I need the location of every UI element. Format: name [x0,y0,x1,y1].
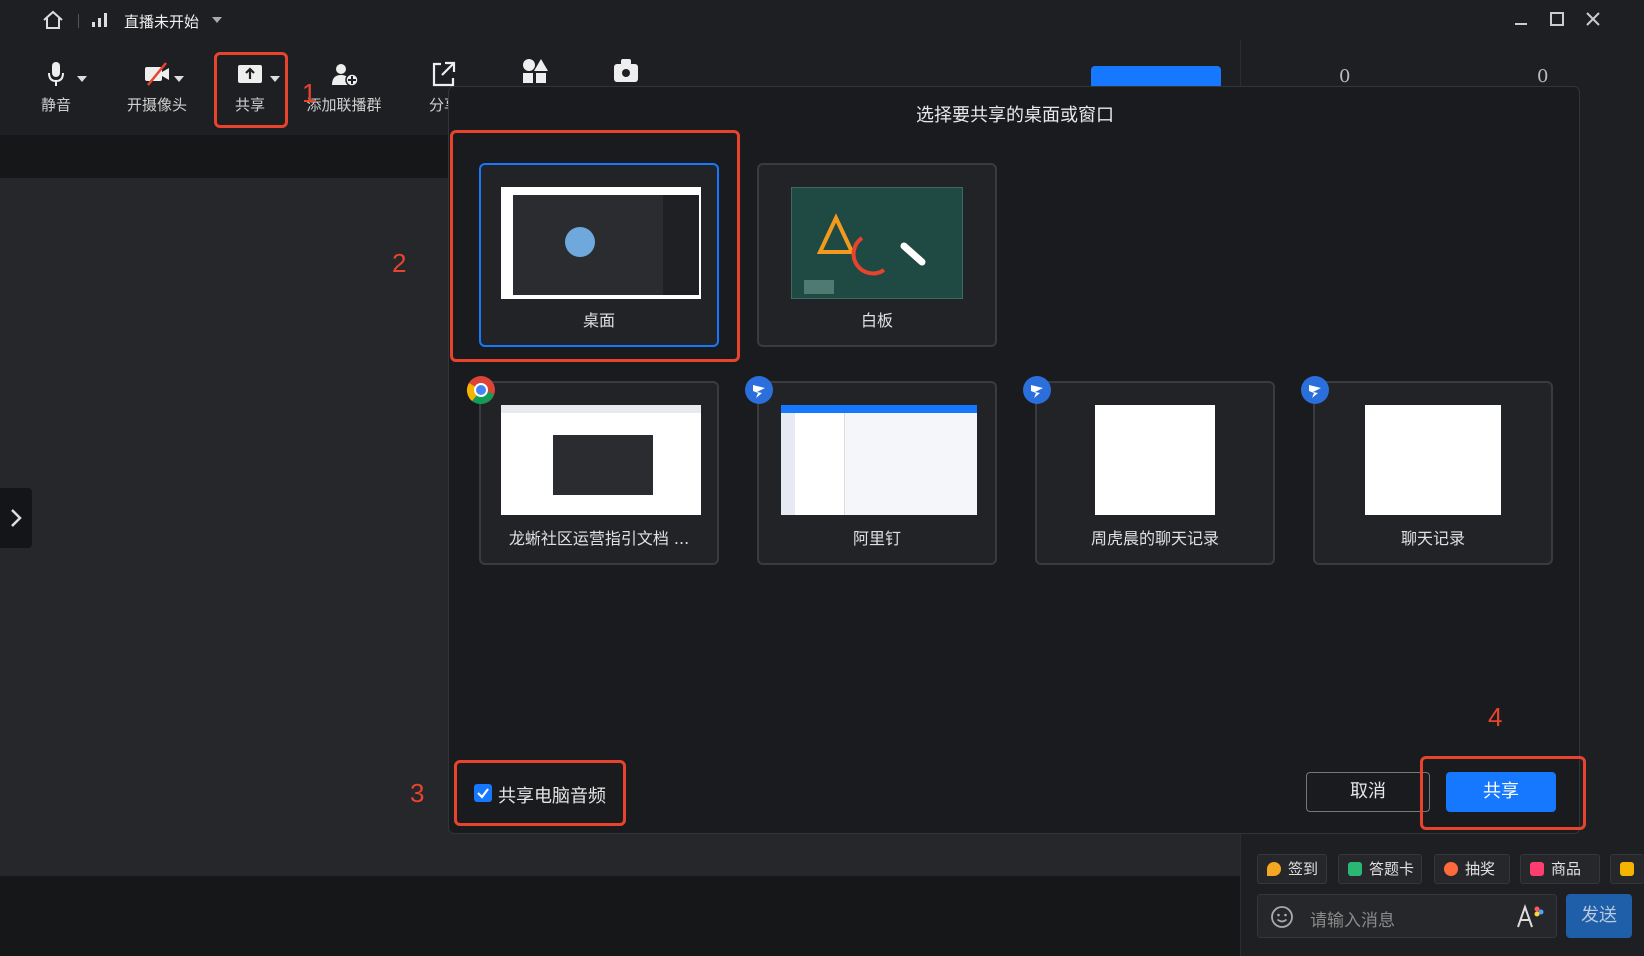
plugin-icon[interactable] [612,58,640,84]
mute-dropdown-icon[interactable] [77,76,87,82]
source-card-label: 阿里钉 [852,529,901,548]
chrome-icon [466,376,495,404]
add-group-label: 添加联播群 [306,96,382,114]
emoji-icon[interactable] [1270,905,1294,929]
expand-sidebar-button[interactable] [0,488,32,548]
message-input[interactable]: 请输入消息 [1257,894,1557,938]
title-bar: 直播未开始 [0,0,1644,40]
tag-label: 商品 [1551,860,1582,878]
whiteboard-icon [804,213,926,294]
product-tag[interactable]: 商品 [1520,854,1600,884]
window-thumbnail [1095,405,1215,515]
camera-off-icon [145,62,169,86]
more-tag[interactable] [1610,854,1644,884]
annotation-number: 4 [1488,702,1503,732]
dingtalk-icon [1301,376,1329,404]
source-card-whiteboard[interactable]: 白板 [757,163,997,347]
quiz-card-tag[interactable]: 答题卡 [1338,854,1422,884]
external-link-icon [432,61,456,87]
microphone-icon [48,62,64,86]
dialog-title: 选择要共享的桌面或窗口 [916,105,1114,126]
cancel-button[interactable]: 取消 [1306,772,1430,812]
camera-button[interactable]: 开摄像头 [122,60,192,120]
tag-label: 签到 [1288,860,1319,878]
window-thumbnail [1365,405,1501,515]
annotation-number: 1 [302,78,317,108]
send-button[interactable]: 发送 [1566,894,1632,938]
live-status[interactable]: 直播未开始 [124,11,199,32]
divider [78,14,79,28]
minimize-icon[interactable] [1510,8,1532,30]
chevron-right-icon [11,509,22,527]
dingtalk-icon [1023,376,1051,404]
source-card-label: 龙蜥社区运营指引文档 ... [508,529,690,548]
home-icon[interactable] [42,10,64,30]
viewer-count: 0 [1339,66,1351,87]
camera-dropdown-icon[interactable] [174,76,184,82]
lottery-tag[interactable]: 抽奖 [1434,854,1510,884]
tag-label: 答题卡 [1369,860,1415,878]
source-card-chrome-window[interactable]: 龙蜥社区运营指引文档 ... [479,381,719,565]
lottery-bag-icon [1444,862,1458,876]
annotation-box-1 [214,52,288,128]
mute-label: 静音 [40,96,71,114]
mute-button[interactable]: 静音 [36,60,76,120]
chevron-down-icon[interactable] [212,17,222,23]
signal-icon [92,13,107,27]
shapes-icon[interactable] [520,58,550,84]
annotation-box-4 [1420,756,1586,830]
message-placeholder: 请输入消息 [1310,911,1395,931]
source-card-dingtalk-window[interactable]: 阿里钉 [757,381,997,565]
source-card-label: 白板 [860,311,893,330]
window-thumbnail [781,405,977,515]
annotation-box-3 [454,760,626,826]
announcement-icon [1620,862,1634,876]
checkin-tag[interactable]: 签到 [1257,854,1327,884]
dingtalk-icon [745,376,773,404]
quiz-card-icon [1348,862,1362,876]
maximize-icon[interactable] [1546,8,1568,30]
source-card-chat-window[interactable]: 周虎晨的聊天记录 [1035,381,1275,565]
source-card-chat-record-window[interactable]: 聊天记录 [1313,381,1553,565]
camera-label: 开摄像头 [126,96,187,114]
annotation-number: 2 [392,248,407,278]
close-icon[interactable] [1582,8,1604,30]
annotation-number: 3 [410,778,425,808]
whiteboard-thumbnail [791,187,963,299]
tag-label: 抽奖 [1465,860,1496,878]
font-style-icon[interactable] [1514,903,1544,931]
window-thumbnail [501,405,701,515]
source-card-label: 聊天记录 [1400,529,1465,548]
location-pin-icon [1267,862,1281,876]
like-count: 0 [1537,66,1549,87]
add-user-icon [332,64,359,87]
annotation-box-2 [450,130,740,362]
source-card-label: 周虎晨的聊天记录 [1090,529,1219,548]
shopping-bag-icon [1530,862,1544,876]
